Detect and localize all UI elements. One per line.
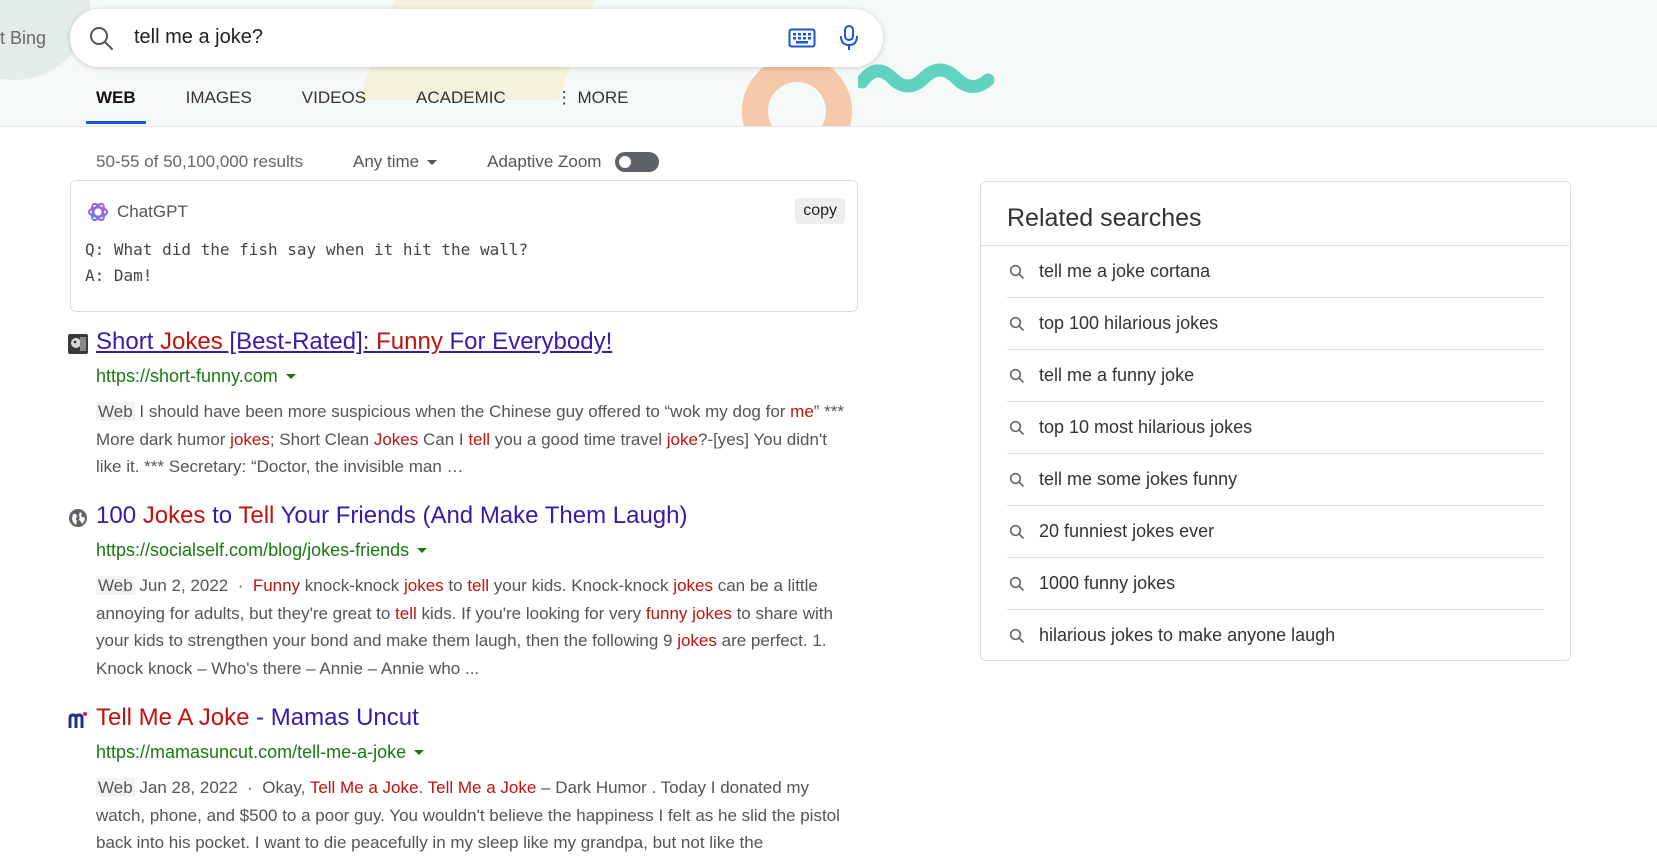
title-highlight: Jokes — [160, 328, 223, 355]
related-search-label: top 100 hilarious jokes — [1039, 313, 1219, 333]
result-snippet: Web Jun 2, 2022 · Funny knock-knock joke… — [96, 576, 833, 678]
caret-down-icon — [427, 159, 438, 165]
result-title-link[interactable]: Short Jokes [Best-Rated]: Funny For Ever… — [96, 328, 612, 356]
related-search-label: 20 funniest jokes ever — [1039, 521, 1215, 541]
title-part: to — [205, 502, 239, 529]
title-part: Your Friends (And Make Them Laugh) — [274, 502, 688, 529]
search-icon — [1009, 576, 1025, 591]
related-search-item[interactable]: 1000 funny jokes — [1007, 558, 1544, 610]
chatgpt-answer-text: Q: What did the fish say when it hit the… — [85, 237, 528, 289]
title-highlight: Tell — [238, 502, 275, 529]
result-url-text: https://short-funny.com — [96, 366, 278, 386]
title-part: [Best-Rated]: — [222, 328, 377, 355]
result-title-link[interactable]: 100 Jokes to Tell Your Friends (And Make… — [96, 502, 687, 530]
search-icon — [1009, 420, 1025, 435]
related-search-item[interactable]: top 100 hilarious jokes — [1007, 298, 1544, 350]
related-searches-panel: Related searches tell me a joke cortana … — [980, 181, 1571, 661]
related-search-item[interactable]: hilarious jokes to make anyone laugh — [1007, 610, 1544, 661]
result-url-text: https://socialself.com/blog/jokes-friend… — [96, 540, 410, 560]
site-favicon-icon — [68, 712, 87, 728]
site-favicon-icon — [68, 334, 88, 354]
tab-academic[interactable]: ACADEMIC — [416, 88, 506, 124]
related-search-label: tell me a joke cortana — [1039, 261, 1211, 281]
chatgpt-logo-icon — [88, 202, 108, 222]
toggle-knob — [619, 156, 632, 168]
chatgpt-question: Q: What did the fish say when it hit the… — [85, 240, 529, 259]
microphone-icon[interactable] — [838, 24, 860, 52]
chatgpt-header: ChatGPT — [87, 201, 188, 223]
related-search-item[interactable]: 20 funniest jokes ever — [1007, 506, 1544, 558]
background-decoration — [858, 63, 995, 93]
adaptive-zoom-toggle[interactable] — [615, 152, 660, 172]
search-icon — [1009, 264, 1025, 279]
related-search-item[interactable]: tell me some jokes funny — [1007, 454, 1544, 506]
title-highlight: Tell Me A Joke — [96, 704, 250, 731]
related-search-item[interactable]: top 10 most hilarious jokes — [1007, 402, 1544, 454]
keyboard-icon[interactable] — [788, 27, 816, 49]
web-tag: Web — [96, 778, 135, 797]
search-tabs: WEB IMAGES VIDEOS ACADEMIC ⋮ MORE — [86, 88, 679, 124]
related-search-label: tell me a funny joke — [1039, 365, 1195, 385]
result-url-text: https://mamasuncut.com/tell-me-a-joke — [96, 742, 407, 762]
title-part: For Everybody! — [442, 328, 613, 355]
web-tag: Web — [96, 402, 135, 421]
title-part: - Mamas Uncut — [249, 704, 419, 731]
brand-fragment[interactable]: t Bing — [0, 28, 46, 49]
search-icon — [1009, 628, 1025, 643]
result-url[interactable]: https://short-funny.com — [96, 366, 296, 387]
results-count: 50-55 of 50,100,000 results — [96, 152, 303, 171]
related-searches-list: tell me a joke cortana top 100 hilarious… — [1007, 246, 1544, 661]
tab-web[interactable]: WEB — [86, 88, 146, 124]
web-tag: Web — [96, 576, 135, 595]
globe-icon — [69, 509, 87, 527]
tab-more[interactable]: ⋮ MORE — [556, 88, 629, 124]
related-search-label: top 10 most hilarious jokes — [1039, 417, 1253, 437]
time-filter-dropdown[interactable]: Any time — [352, 152, 438, 172]
results-meta: 50-55 of 50,100,000 results Any time Ada… — [96, 152, 660, 172]
related-search-label: hilarious jokes to make anyone laugh — [1039, 625, 1336, 645]
search-icon — [1009, 524, 1025, 539]
caret-down-icon[interactable] — [417, 548, 428, 553]
chatgpt-label: ChatGPT — [117, 202, 188, 221]
copy-button[interactable]: copy — [795, 198, 845, 224]
header: t Bing WEB IMAGES VIDEOS ACADEMIC ⋮ MORE — [0, 0, 1657, 127]
tab-videos[interactable]: VIDEOS — [302, 88, 366, 124]
chatgpt-answer: A: Dam! — [85, 266, 153, 285]
title-part: Short — [96, 328, 161, 355]
result-url[interactable]: https://socialself.com/blog/jokes-friend… — [96, 540, 428, 561]
tab-images[interactable]: IMAGES — [186, 88, 252, 124]
result-url[interactable]: https://mamasuncut.com/tell-me-a-joke — [96, 742, 425, 763]
search-box[interactable] — [70, 9, 883, 67]
result-snippet: Web Jan 28, 2022 · Okay, Tell Me a Joke.… — [96, 778, 840, 852]
related-search-item[interactable]: tell me a funny joke — [1007, 350, 1544, 402]
related-search-item[interactable]: tell me a joke cortana — [1007, 246, 1544, 298]
search-icon — [1009, 368, 1025, 383]
result-snippet: Web I should have been more suspicious w… — [96, 402, 845, 476]
title-part: 100 — [96, 502, 143, 529]
related-searches-title: Related searches — [1007, 204, 1202, 232]
result-title-link[interactable]: Tell Me A Joke - Mamas Uncut — [96, 704, 419, 732]
caret-down-icon[interactable] — [285, 374, 296, 379]
search-input[interactable] — [134, 26, 734, 49]
title-highlight: Funny — [376, 328, 443, 355]
result-date: Jun 2, 2022 — [139, 576, 229, 595]
related-search-label: 1000 funny jokes — [1039, 573, 1176, 593]
caret-down-icon[interactable] — [414, 750, 425, 755]
result-date: Jan 28, 2022 — [139, 778, 238, 797]
time-filter-label: Any time — [352, 152, 420, 171]
search-icon — [1009, 472, 1025, 487]
title-highlight: Jokes — [142, 502, 206, 529]
related-search-label: tell me some jokes funny — [1039, 469, 1238, 489]
adaptive-zoom-label: Adaptive Zoom — [487, 152, 602, 171]
search-icon — [1009, 316, 1025, 331]
search-icon[interactable] — [88, 25, 114, 51]
chatgpt-answer-box: ChatGPT copy Q: What did the fish say wh… — [70, 180, 858, 312]
